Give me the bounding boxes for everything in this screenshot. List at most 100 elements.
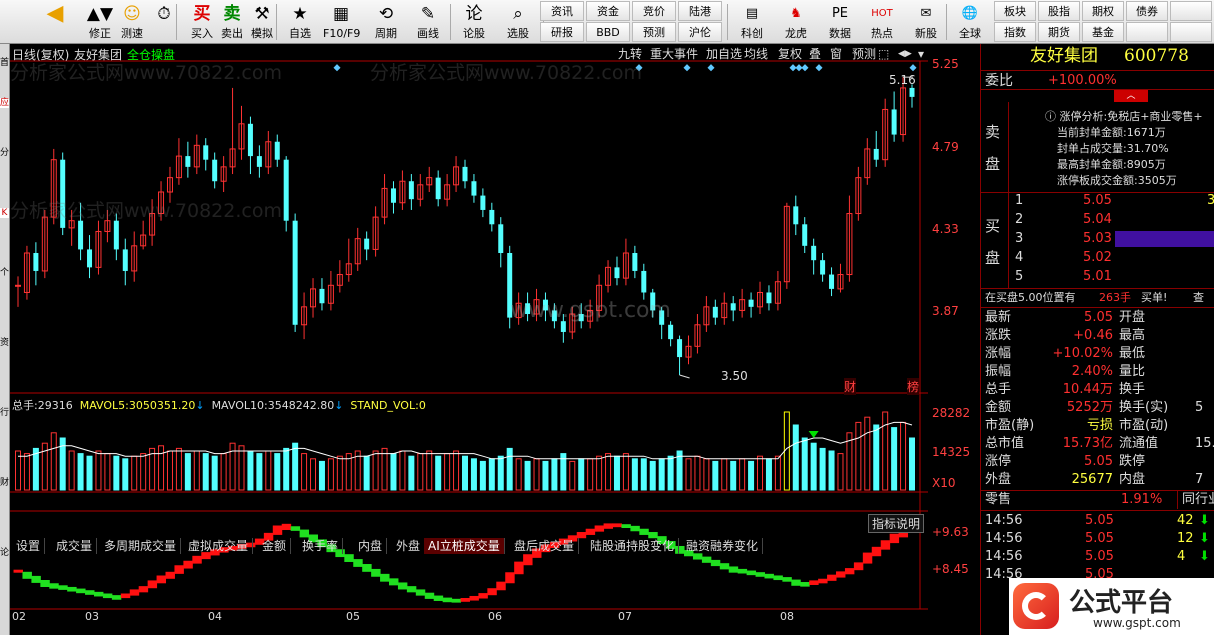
chart-btn-7[interactable]: 预测 bbox=[850, 46, 878, 63]
indicator-bar bbox=[31, 575, 41, 583]
kechuang-button[interactable]: ▤ 科创 bbox=[732, 1, 772, 43]
chart-btn-3[interactable]: 均线 bbox=[742, 46, 770, 63]
dropdown-icon[interactable]: ▾ bbox=[916, 46, 926, 63]
volume-bar bbox=[23, 453, 30, 491]
toolbar-btn-grid1-0[interactable]: 资讯 bbox=[540, 1, 584, 21]
discuss-button[interactable]: 论论股 bbox=[456, 1, 492, 43]
info-icon[interactable]: ⓘ bbox=[1045, 110, 1056, 123]
ipo-button[interactable]: ✉ 新股 bbox=[906, 1, 946, 43]
chart-btn-2[interactable]: 加自选 bbox=[704, 46, 744, 63]
left-tab-7[interactable]: 行 bbox=[0, 408, 9, 418]
left-tab-1[interactable]: 首 bbox=[0, 58, 9, 68]
indicator-tab-4[interactable]: 金额 bbox=[258, 538, 292, 554]
toolbar-btn-grid3-3[interactable]: 债券 bbox=[1126, 1, 1168, 21]
toolbar-btn-grid1-3[interactable]: 陆港 bbox=[678, 1, 722, 21]
toolbar-btn-grid1-1[interactable]: 资金 bbox=[586, 1, 630, 21]
toolbar-btn-grid2-1[interactable]: BBD bbox=[586, 22, 630, 42]
indicator-tab-10[interactable]: 陆股通持股变化 bbox=[586, 538, 680, 554]
bid-row[interactable]: 1 5.05 3 bbox=[981, 192, 1214, 210]
back-arrow-button[interactable]: ◀ bbox=[37, 1, 73, 43]
volume-bar bbox=[909, 437, 915, 491]
rank-marker[interactable]: 榜 bbox=[907, 378, 920, 395]
left-tab-2[interactable]: 应 bbox=[0, 98, 9, 108]
indicator-tab-8[interactable]: AI立桩成交量 bbox=[424, 538, 505, 554]
favorites-button[interactable]: ★ 自选 bbox=[282, 1, 318, 43]
f10-button[interactable]: ▦ F10/F9 bbox=[323, 1, 360, 43]
left-tab-9[interactable]: 论 bbox=[0, 548, 9, 558]
pen-button[interactable]: ✎ 画线 bbox=[410, 1, 446, 43]
toolbar-btn-grid4-0[interactable]: 指数 bbox=[994, 22, 1036, 42]
toolbar-btn-grid2-0[interactable]: 研报 bbox=[540, 22, 584, 42]
limit-title: ⓘ 涨停分析:免税店+商业零售+ bbox=[1045, 110, 1203, 123]
chart-btn-1[interactable]: 重大事件 bbox=[648, 46, 700, 63]
indicator-tab-2[interactable]: 多周期成交量 bbox=[100, 538, 182, 554]
bid-row[interactable]: 3 5.03 bbox=[981, 230, 1214, 248]
indicator-tab-9[interactable]: 盘后成交量 bbox=[510, 538, 580, 554]
up-down-button[interactable]: ▲▼ 修正 bbox=[82, 1, 118, 43]
left-tab-8[interactable]: 财 bbox=[0, 478, 9, 488]
price-tick-1: 5.25 bbox=[932, 57, 959, 71]
chart-btn-5[interactable]: 叠 bbox=[807, 46, 823, 63]
volume-bar bbox=[506, 447, 513, 491]
indicator-bar bbox=[487, 588, 497, 596]
toolbar-btn-grid3-4[interactable] bbox=[1170, 1, 1212, 21]
collapse-icon[interactable]: ︿ bbox=[1114, 90, 1148, 102]
toolbar-btn-grid1-2[interactable]: 竞价 bbox=[632, 1, 676, 21]
speaker-icon[interactable]: ◀▶ bbox=[896, 46, 914, 63]
chart-canvas[interactable] bbox=[10, 44, 928, 610]
period-button[interactable]: ⟲ 周期 bbox=[368, 1, 404, 43]
indicator-tab-7[interactable]: 外盘 bbox=[392, 538, 426, 554]
left-tab-4[interactable]: K bbox=[0, 208, 9, 218]
toolbar-btn-grid4-4[interactable] bbox=[1170, 22, 1212, 42]
stat-row: 金额 5252万 换手(实) 5 bbox=[985, 400, 1204, 415]
toolbar-btn-grid2-3[interactable]: 沪伦 bbox=[678, 22, 722, 42]
chart-btn-0[interactable]: 九转 bbox=[616, 46, 644, 63]
toolbar-btn-grid4-3[interactable] bbox=[1126, 22, 1168, 42]
left-tab-3[interactable]: 分 bbox=[0, 148, 9, 158]
query-link[interactable]: 查 bbox=[1193, 289, 1204, 307]
toolbar-btn-grid2-2[interactable]: 预测 bbox=[632, 22, 676, 42]
toolbar-btn-grid3-1[interactable]: 股指 bbox=[1038, 1, 1080, 21]
pick-button[interactable]: ⌕ 选股 bbox=[500, 1, 536, 43]
left-tab-5[interactable]: 个 bbox=[0, 268, 9, 278]
retail-row: 零售 1.91% 同行业 bbox=[981, 491, 1214, 509]
toolbar-btn-grid4-2[interactable]: 基金 bbox=[1082, 22, 1124, 42]
indicator-tab-1[interactable]: 成交量 bbox=[52, 538, 98, 554]
bid-row[interactable]: 2 5.04 bbox=[981, 211, 1214, 229]
stat-row: 外盘 25677 内盘 7 bbox=[985, 472, 1204, 487]
finance-marker[interactable]: 财 bbox=[844, 378, 857, 395]
volume-bar bbox=[578, 458, 585, 491]
bid-row[interactable]: 5 5.01 bbox=[981, 268, 1214, 286]
industry-button[interactable]: 同行业 bbox=[1177, 491, 1214, 509]
bid-row[interactable]: 4 5.02 bbox=[981, 249, 1214, 267]
indicator-tab-3[interactable]: 虚拟成交量 bbox=[184, 538, 254, 554]
hot-button[interactable]: HOT 热点 bbox=[862, 1, 902, 43]
indicator-bar bbox=[433, 595, 444, 601]
limit-row-3: 涨停板成交金额:3505万 bbox=[1057, 174, 1177, 187]
speed-button[interactable]: ☺ 测速 bbox=[114, 1, 150, 43]
globe-button[interactable]: 🌐 全球 bbox=[950, 1, 990, 43]
kline-chart-area[interactable]: 日线(复权) 友好集团 全仓操盘 九转 重大事件 加自选 均线 复权叠窗预测 ⬚ ◀▶ ▾ 5… bbox=[10, 44, 970, 610]
indicator-tab-5[interactable]: 换手率 bbox=[298, 538, 344, 554]
indicator-tab-0[interactable]: 设置 bbox=[12, 538, 46, 554]
chart-btn-4[interactable]: 复权 bbox=[776, 46, 804, 63]
ipo-icon: ✉ bbox=[920, 6, 932, 21]
window-icon[interactable]: ⬚ bbox=[876, 46, 891, 63]
indicator-help-button[interactable]: 指标说明 bbox=[868, 514, 925, 533]
toolbar-btn-grid3-2[interactable]: 期权 bbox=[1082, 1, 1124, 21]
chart-mode[interactable]: 全仓操盘 bbox=[127, 46, 175, 63]
indicator-bar bbox=[710, 559, 721, 567]
hammer-button[interactable]: ⚒ 模拟 bbox=[244, 1, 280, 43]
left-tab-6[interactable]: 资 bbox=[0, 338, 9, 348]
toolbar-btn-grid3-0[interactable]: 板块 bbox=[994, 1, 1036, 21]
data-button[interactable]: PE 数据 bbox=[820, 1, 860, 43]
tick-row: 14:56 5.05 12 ⬇ bbox=[985, 531, 1210, 546]
event-marker-6 bbox=[801, 64, 809, 72]
longhu-button[interactable]: ♞ 龙虎 bbox=[776, 1, 816, 43]
indicator-tab-11[interactable]: 融资融券变化 bbox=[682, 538, 764, 554]
chart-btn-6[interactable]: 窗 bbox=[828, 46, 844, 63]
indicator-bar bbox=[505, 572, 515, 584]
volume-bar bbox=[131, 455, 138, 491]
toolbar-btn-grid4-1[interactable]: 期货 bbox=[1038, 22, 1080, 42]
indicator-tab-6[interactable]: 内盘 bbox=[354, 538, 388, 554]
